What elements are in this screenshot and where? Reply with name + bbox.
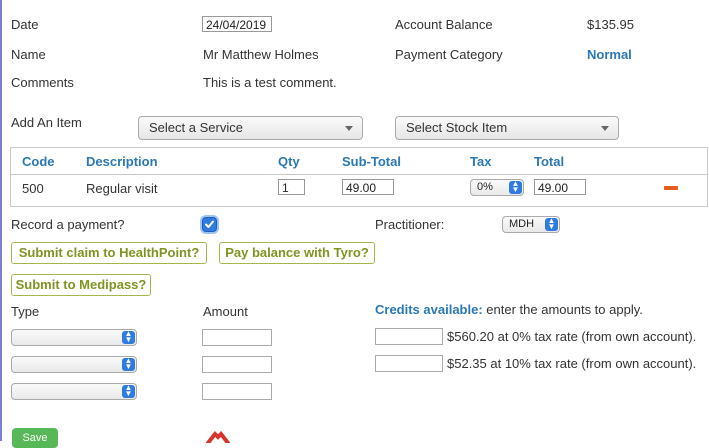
credits-heading: Credits available: enter the amounts to … xyxy=(375,302,643,317)
chevron-down-icon xyxy=(345,126,353,131)
column-header-code: Code xyxy=(22,154,55,169)
row-code: 500 xyxy=(22,181,44,196)
credits-title: Credits available: xyxy=(375,302,483,317)
record-payment-label: Record a payment? xyxy=(11,217,125,232)
qty-input[interactable]: 1 xyxy=(278,179,305,195)
chevron-down-icon xyxy=(601,126,609,131)
left-border xyxy=(0,0,2,441)
practitioner-label: Practitioner: xyxy=(375,217,445,232)
tax-select[interactable]: 0% ▲ ▼ xyxy=(470,179,524,196)
service-select-value: Select a Service xyxy=(149,120,243,135)
account-balance-label: Account Balance xyxy=(395,17,493,32)
type-label: Type xyxy=(11,304,40,319)
comments-label: Comments xyxy=(11,75,74,90)
credit-amount-input[interactable] xyxy=(375,328,443,345)
pay-with-tyro-button[interactable]: Pay balance with Tyro? xyxy=(219,242,375,264)
credit-description: $52.35 at 10% tax rate (from own account… xyxy=(447,356,697,371)
payment-amount-input[interactable] xyxy=(202,356,272,373)
column-header-description: Description xyxy=(86,154,158,169)
service-select[interactable]: Select a Service xyxy=(138,116,363,140)
items-table: Code Description Qty Sub-Total Tax Total… xyxy=(10,147,708,207)
comments-value: This is a test comment. xyxy=(203,75,337,90)
submit-healthpoint-button[interactable]: Submit claim to HealthPoint? xyxy=(11,242,207,264)
practitioner-select[interactable]: MDH ▲ ▼ xyxy=(502,216,560,233)
credit-description: $560.20 at 0% tax rate (from own account… xyxy=(447,329,697,344)
column-header-tax: Tax xyxy=(470,154,492,169)
header-divider xyxy=(11,174,707,175)
tax-select-value: 0% xyxy=(477,181,493,193)
row-description: Regular visit xyxy=(86,181,158,196)
payment-type-select[interactable]: ▲ ▼ xyxy=(11,356,137,373)
updown-arrows-icon: ▲ ▼ xyxy=(545,217,558,231)
payment-category-value: Normal xyxy=(587,47,632,62)
stock-item-select[interactable]: Select Stock Item xyxy=(395,116,619,140)
save-button[interactable]: Save xyxy=(12,428,58,448)
column-header-subtotal: Sub-Total xyxy=(342,154,401,169)
checkmark-icon xyxy=(205,220,214,228)
payment-type-select[interactable]: ▲ ▼ xyxy=(11,329,137,346)
credit-amount-input[interactable] xyxy=(375,355,443,372)
column-header-qty: Qty xyxy=(278,154,300,169)
submit-medipass-button[interactable]: Submit to Medipass? xyxy=(11,274,151,296)
stock-item-select-value: Select Stock Item xyxy=(406,120,508,135)
name-value: Mr Matthew Holmes xyxy=(203,47,319,62)
updown-arrows-icon: ▲ ▼ xyxy=(122,357,135,371)
payment-amount-input[interactable] xyxy=(202,329,272,346)
payment-type-select[interactable]: ▲ ▼ xyxy=(11,383,137,400)
date-label: Date xyxy=(11,17,39,32)
amount-label: Amount xyxy=(203,304,248,319)
account-balance-value: $135.95 xyxy=(587,17,634,32)
payment-category-label: Payment Category xyxy=(395,47,503,62)
total-input[interactable]: 49.00 xyxy=(534,179,586,195)
updown-arrows-icon: ▲ ▼ xyxy=(122,330,135,344)
practitioner-select-value: MDH xyxy=(509,218,535,230)
subtotal-input[interactable]: 49.00 xyxy=(342,179,394,195)
name-label: Name xyxy=(11,47,46,62)
credits-hint: enter the amounts to apply. xyxy=(486,302,643,317)
remove-item-icon[interactable] xyxy=(664,186,678,190)
payment-amount-input[interactable] xyxy=(202,383,272,400)
add-item-label: Add An Item xyxy=(11,115,82,130)
updown-arrows-icon: ▲ ▼ xyxy=(122,384,135,398)
cancel-icon[interactable] xyxy=(205,431,231,443)
record-payment-checkbox[interactable] xyxy=(202,217,217,232)
updown-arrows-icon: ▲ ▼ xyxy=(509,180,522,194)
date-field[interactable]: 24/04/2019 xyxy=(202,16,272,32)
column-header-total: Total xyxy=(534,154,565,169)
